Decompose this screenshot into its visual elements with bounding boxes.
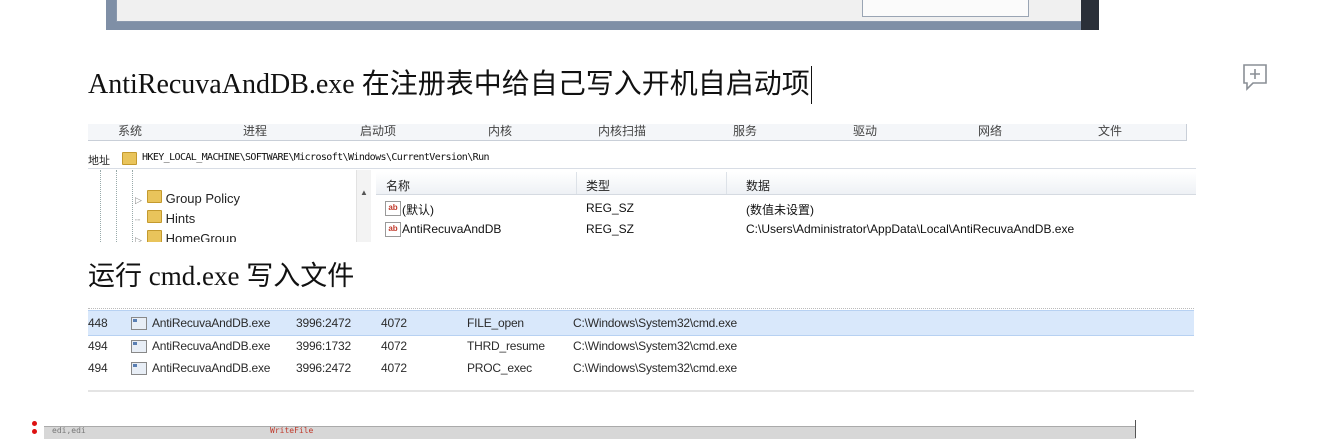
table-row[interactable]: 494 AntiRecuvaAndDB.exe 3996:2472 4072 P… — [88, 356, 1194, 380]
path-cell: C:\Windows\System32\cmd.exe — [573, 339, 737, 353]
panel-edge — [1135, 420, 1136, 438]
value-type: REG_SZ — [586, 201, 635, 215]
column-header-name[interactable]: 名称 — [386, 177, 410, 194]
string-value-icon: ab — [385, 201, 401, 216]
process-cell: AntiRecuvaAndDB.exe — [152, 316, 271, 330]
event-cell: FILE_open — [467, 316, 524, 330]
tool-toolbar: 系统 进程 启动项 内核 内核扫描 服务 驱动 网络 文件 — [88, 124, 1187, 141]
list-item[interactable]: ab (默认) REG_SZ (数值未设置) — [376, 198, 1196, 218]
string-value-icon: ab — [385, 222, 401, 237]
column-separator[interactable] — [576, 172, 577, 194]
path-cell: C:\Windows\System32\cmd.exe — [573, 316, 737, 330]
api-call-name: WriteFile — [270, 426, 314, 435]
seq-cell: 494 — [88, 339, 108, 353]
toolbar-tab[interactable]: 网络 — [978, 124, 1002, 139]
header-edge — [88, 304, 1194, 309]
tree-item-label: Group Policy — [165, 191, 241, 206]
folder-icon — [147, 210, 162, 223]
process-window-icon — [131, 317, 147, 330]
registry-screenshot: 系统 进程 启动项 内核 内核扫描 服务 驱动 网络 文件 地址 HKEY_LO… — [88, 124, 1196, 242]
value-name: (默认) — [402, 203, 434, 217]
expand-arrow-icon[interactable]: ▷ — [135, 195, 147, 206]
tree-guide-line — [116, 170, 117, 242]
column-separator[interactable] — [726, 172, 727, 194]
pid-tid-cell: 3996:2472 — [296, 316, 351, 330]
highlighted-instruction-bar — [44, 426, 1136, 439]
column-header-type[interactable]: 类型 — [586, 177, 610, 194]
toolbar-tab[interactable]: 系统 — [118, 124, 142, 139]
process-window-icon — [131, 340, 147, 353]
toolbar-tab[interactable]: 驱动 — [853, 124, 877, 139]
toolbar-tab[interactable]: 进程 — [243, 124, 267, 139]
process-monitor-screenshot: 448 AntiRecuvaAndDB.exe 3996:2472 4072 F… — [88, 304, 1194, 396]
tree-item-hints[interactable]: ┈ Hints — [135, 210, 195, 226]
toolbar-tab[interactable]: 内核扫描 — [598, 124, 646, 139]
value-name: AntiRecuvaAndDB — [402, 222, 502, 236]
process-cell: AntiRecuvaAndDB.exe — [152, 339, 271, 353]
instruction-operands: edi,edi — [52, 426, 86, 435]
registry-values-list: 名称 类型 数据 ab (默认) REG_SZ (数值未设置) ab AntiR… — [376, 172, 1196, 242]
value-data: (数值未设置) — [746, 203, 814, 217]
toolbar-tab[interactable]: 文件 — [1098, 124, 1122, 139]
tree-guide-line — [132, 170, 133, 242]
value-data: C:\Users\Administrator\AppData\Local\Ant… — [746, 222, 1075, 236]
seq-cell: 448 — [88, 316, 108, 330]
disassembler-screenshot: edi,edi WriteFile — [30, 418, 1136, 439]
address-label: 地址 — [88, 155, 110, 167]
value-type: REG_SZ — [586, 222, 635, 236]
toolbar-tab[interactable]: 内核 — [488, 124, 512, 139]
column-header-data[interactable]: 数据 — [746, 177, 770, 194]
toolbar-tab[interactable]: 服务 — [733, 124, 757, 139]
tree-item-homegroup[interactable]: ▷ HomeGroup — [135, 230, 236, 242]
cropped-dialog-screenshot — [106, 0, 1099, 30]
tree-guide-line — [100, 170, 101, 242]
path-cell: C:\Windows\System32\cmd.exe — [573, 361, 737, 375]
dialog-field — [862, 0, 1029, 17]
tree-item-group-policy[interactable]: ▷ Group Policy — [135, 190, 240, 206]
list-header: 名称 类型 数据 — [376, 172, 1196, 195]
registry-tree: ▷ Group Policy ┈ Hints ▷ HomeGroup — [88, 170, 373, 242]
registry-heading: AntiRecuvaAndDB.exe 在注册表中给自己写入开机自启动项 — [88, 69, 810, 100]
folder-icon — [147, 230, 162, 242]
pid-tid-cell: 3996:2472 — [296, 361, 351, 375]
event-cell: THRD_resume — [467, 339, 545, 353]
dialog-edge — [1081, 0, 1099, 30]
tree-item-label: Hints — [165, 211, 196, 226]
table-bottom-edge — [88, 390, 1194, 392]
folder-icon — [147, 190, 162, 203]
seq-cell: 494 — [88, 361, 108, 375]
table-row[interactable]: 448 AntiRecuvaAndDB.exe 3996:2472 4072 F… — [88, 310, 1194, 336]
folder-icon — [122, 152, 137, 165]
expand-arrow-icon[interactable]: ▷ — [135, 235, 147, 242]
pid-tid-cell: 3996:1732 — [296, 339, 351, 353]
process-cell: AntiRecuvaAndDB.exe — [152, 361, 271, 375]
tree-scrollbar[interactable]: ▲ — [356, 170, 371, 242]
process-window-icon — [131, 362, 147, 375]
table-row[interactable]: 494 AntiRecuvaAndDB.exe 3996:1732 4072 T… — [88, 334, 1194, 358]
tid-cell: 4072 — [381, 316, 407, 330]
tree-connector: ┈ — [135, 215, 141, 225]
event-cell: PROC_exec — [467, 361, 532, 375]
list-item[interactable]: ab AntiRecuvaAndDB REG_SZ C:\Users\Admin… — [376, 219, 1196, 239]
breakpoint-dot — [32, 421, 37, 426]
tree-item-label: HomeGroup — [165, 231, 237, 242]
address-path[interactable]: HKEY_LOCAL_MACHINE\SOFTWARE\Microsoft\Wi… — [142, 152, 490, 163]
breakpoint-dot — [32, 429, 37, 434]
tid-cell: 4072 — [381, 361, 407, 375]
add-comment-icon[interactable] — [1242, 63, 1268, 91]
text-cursor — [811, 66, 812, 104]
toolbar-tab[interactable]: 启动项 — [360, 124, 396, 139]
address-bar: 地址 HKEY_LOCAL_MACHINE\SOFTWARE\Microsoft… — [88, 148, 1196, 169]
scroll-up-icon[interactable]: ▲ — [360, 188, 368, 197]
cmd-heading: 运行 cmd.exe 写入文件 — [88, 261, 355, 291]
tid-cell: 4072 — [381, 339, 407, 353]
